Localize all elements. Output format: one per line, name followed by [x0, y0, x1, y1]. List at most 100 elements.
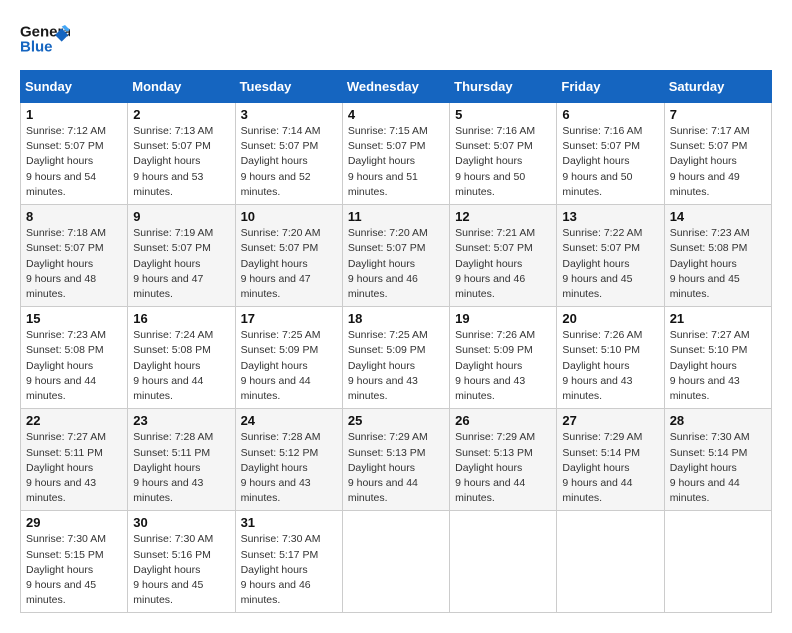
- day-number: 22: [26, 413, 122, 428]
- day-number: 10: [241, 209, 337, 224]
- day-number: 1: [26, 107, 122, 122]
- calendar-cell: 12 Sunrise: 7:21 AMSunset: 5:07 PMDaylig…: [450, 205, 557, 307]
- day-number: 12: [455, 209, 551, 224]
- day-info: Sunrise: 7:20 AMSunset: 5:07 PMDaylight …: [241, 227, 321, 300]
- calendar-table: SundayMondayTuesdayWednesdayThursdayFrid…: [20, 70, 772, 613]
- calendar-cell: 9 Sunrise: 7:19 AMSunset: 5:07 PMDayligh…: [128, 205, 235, 307]
- calendar-cell: 10 Sunrise: 7:20 AMSunset: 5:07 PMDaylig…: [235, 205, 342, 307]
- day-number: 20: [562, 311, 658, 326]
- calendar-cell: 29 Sunrise: 7:30 AMSunset: 5:15 PMDaylig…: [21, 511, 128, 613]
- calendar-cell: [557, 511, 664, 613]
- calendar-cell: 25 Sunrise: 7:29 AMSunset: 5:13 PMDaylig…: [342, 409, 449, 511]
- day-number: 13: [562, 209, 658, 224]
- day-number: 17: [241, 311, 337, 326]
- calendar-cell: 16 Sunrise: 7:24 AMSunset: 5:08 PMDaylig…: [128, 307, 235, 409]
- day-number: 27: [562, 413, 658, 428]
- day-info: Sunrise: 7:29 AMSunset: 5:13 PMDaylight …: [455, 431, 535, 504]
- calendar-cell: 24 Sunrise: 7:28 AMSunset: 5:12 PMDaylig…: [235, 409, 342, 511]
- logo: General Blue: [20, 20, 70, 60]
- day-info: Sunrise: 7:17 AMSunset: 5:07 PMDaylight …: [670, 125, 750, 198]
- calendar-cell: 18 Sunrise: 7:25 AMSunset: 5:09 PMDaylig…: [342, 307, 449, 409]
- day-info: Sunrise: 7:16 AMSunset: 5:07 PMDaylight …: [455, 125, 535, 198]
- day-info: Sunrise: 7:24 AMSunset: 5:08 PMDaylight …: [133, 329, 213, 402]
- day-info: Sunrise: 7:27 AMSunset: 5:10 PMDaylight …: [670, 329, 750, 402]
- day-number: 6: [562, 107, 658, 122]
- day-info: Sunrise: 7:28 AMSunset: 5:11 PMDaylight …: [133, 431, 213, 504]
- calendar-cell: 7 Sunrise: 7:17 AMSunset: 5:07 PMDayligh…: [664, 103, 771, 205]
- day-info: Sunrise: 7:26 AMSunset: 5:09 PMDaylight …: [455, 329, 535, 402]
- calendar-cell: 6 Sunrise: 7:16 AMSunset: 5:07 PMDayligh…: [557, 103, 664, 205]
- day-number: 8: [26, 209, 122, 224]
- day-number: 16: [133, 311, 229, 326]
- calendar-cell: 17 Sunrise: 7:25 AMSunset: 5:09 PMDaylig…: [235, 307, 342, 409]
- day-number: 15: [26, 311, 122, 326]
- calendar-week-row: 1 Sunrise: 7:12 AMSunset: 5:07 PMDayligh…: [21, 103, 772, 205]
- day-number: 9: [133, 209, 229, 224]
- calendar-cell: 19 Sunrise: 7:26 AMSunset: 5:09 PMDaylig…: [450, 307, 557, 409]
- day-number: 26: [455, 413, 551, 428]
- day-info: Sunrise: 7:16 AMSunset: 5:07 PMDaylight …: [562, 125, 642, 198]
- day-number: 31: [241, 515, 337, 530]
- weekday-header: Monday: [128, 71, 235, 103]
- day-number: 18: [348, 311, 444, 326]
- day-number: 4: [348, 107, 444, 122]
- calendar-cell: 15 Sunrise: 7:23 AMSunset: 5:08 PMDaylig…: [21, 307, 128, 409]
- calendar-week-row: 8 Sunrise: 7:18 AMSunset: 5:07 PMDayligh…: [21, 205, 772, 307]
- day-number: 24: [241, 413, 337, 428]
- calendar-cell: 14 Sunrise: 7:23 AMSunset: 5:08 PMDaylig…: [664, 205, 771, 307]
- day-number: 7: [670, 107, 766, 122]
- day-info: Sunrise: 7:28 AMSunset: 5:12 PMDaylight …: [241, 431, 321, 504]
- day-number: 25: [348, 413, 444, 428]
- day-info: Sunrise: 7:25 AMSunset: 5:09 PMDaylight …: [348, 329, 428, 402]
- calendar-cell: 13 Sunrise: 7:22 AMSunset: 5:07 PMDaylig…: [557, 205, 664, 307]
- day-number: 3: [241, 107, 337, 122]
- calendar-cell: 20 Sunrise: 7:26 AMSunset: 5:10 PMDaylig…: [557, 307, 664, 409]
- calendar-header-row: SundayMondayTuesdayWednesdayThursdayFrid…: [21, 71, 772, 103]
- day-number: 23: [133, 413, 229, 428]
- weekday-header: Sunday: [21, 71, 128, 103]
- day-info: Sunrise: 7:19 AMSunset: 5:07 PMDaylight …: [133, 227, 213, 300]
- day-number: 29: [26, 515, 122, 530]
- day-info: Sunrise: 7:30 AMSunset: 5:16 PMDaylight …: [133, 533, 213, 606]
- calendar-cell: 5 Sunrise: 7:16 AMSunset: 5:07 PMDayligh…: [450, 103, 557, 205]
- calendar-cell: [450, 511, 557, 613]
- weekday-header: Saturday: [664, 71, 771, 103]
- day-info: Sunrise: 7:30 AMSunset: 5:15 PMDaylight …: [26, 533, 106, 606]
- day-info: Sunrise: 7:15 AMSunset: 5:07 PMDaylight …: [348, 125, 428, 198]
- day-info: Sunrise: 7:13 AMSunset: 5:07 PMDaylight …: [133, 125, 213, 198]
- day-info: Sunrise: 7:23 AMSunset: 5:08 PMDaylight …: [670, 227, 750, 300]
- calendar-cell: 4 Sunrise: 7:15 AMSunset: 5:07 PMDayligh…: [342, 103, 449, 205]
- logo-icon: General Blue: [20, 20, 70, 60]
- calendar-cell: 22 Sunrise: 7:27 AMSunset: 5:11 PMDaylig…: [21, 409, 128, 511]
- page-header: General Blue: [20, 20, 772, 60]
- day-info: Sunrise: 7:26 AMSunset: 5:10 PMDaylight …: [562, 329, 642, 402]
- calendar-cell: 8 Sunrise: 7:18 AMSunset: 5:07 PMDayligh…: [21, 205, 128, 307]
- day-info: Sunrise: 7:18 AMSunset: 5:07 PMDaylight …: [26, 227, 106, 300]
- calendar-cell: 27 Sunrise: 7:29 AMSunset: 5:14 PMDaylig…: [557, 409, 664, 511]
- weekday-header: Thursday: [450, 71, 557, 103]
- day-info: Sunrise: 7:14 AMSunset: 5:07 PMDaylight …: [241, 125, 321, 198]
- calendar-cell: 31 Sunrise: 7:30 AMSunset: 5:17 PMDaylig…: [235, 511, 342, 613]
- calendar-cell: 1 Sunrise: 7:12 AMSunset: 5:07 PMDayligh…: [21, 103, 128, 205]
- calendar-cell: 26 Sunrise: 7:29 AMSunset: 5:13 PMDaylig…: [450, 409, 557, 511]
- day-number: 21: [670, 311, 766, 326]
- day-info: Sunrise: 7:22 AMSunset: 5:07 PMDaylight …: [562, 227, 642, 300]
- calendar-cell: 28 Sunrise: 7:30 AMSunset: 5:14 PMDaylig…: [664, 409, 771, 511]
- day-number: 2: [133, 107, 229, 122]
- calendar-cell: 2 Sunrise: 7:13 AMSunset: 5:07 PMDayligh…: [128, 103, 235, 205]
- calendar-cell: [664, 511, 771, 613]
- calendar-week-row: 22 Sunrise: 7:27 AMSunset: 5:11 PMDaylig…: [21, 409, 772, 511]
- calendar-cell: [342, 511, 449, 613]
- weekday-header: Wednesday: [342, 71, 449, 103]
- svg-text:Blue: Blue: [20, 39, 53, 56]
- weekday-header: Friday: [557, 71, 664, 103]
- day-number: 28: [670, 413, 766, 428]
- calendar-week-row: 29 Sunrise: 7:30 AMSunset: 5:15 PMDaylig…: [21, 511, 772, 613]
- day-info: Sunrise: 7:25 AMSunset: 5:09 PMDaylight …: [241, 329, 321, 402]
- day-number: 11: [348, 209, 444, 224]
- day-number: 19: [455, 311, 551, 326]
- weekday-header: Tuesday: [235, 71, 342, 103]
- calendar-cell: 23 Sunrise: 7:28 AMSunset: 5:11 PMDaylig…: [128, 409, 235, 511]
- calendar-cell: 3 Sunrise: 7:14 AMSunset: 5:07 PMDayligh…: [235, 103, 342, 205]
- day-info: Sunrise: 7:27 AMSunset: 5:11 PMDaylight …: [26, 431, 106, 504]
